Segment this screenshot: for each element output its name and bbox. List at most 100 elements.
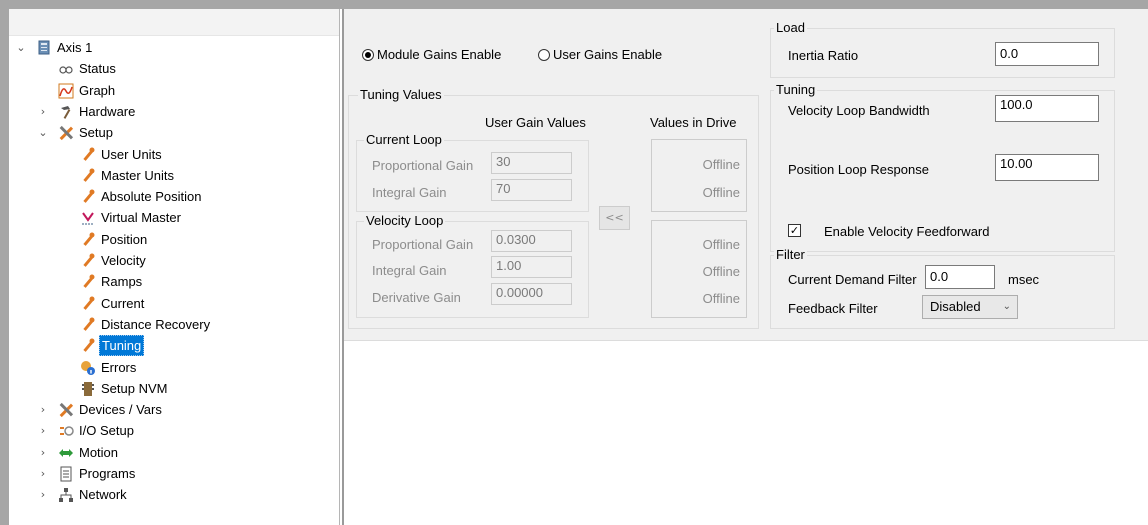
velocity-integral-gain-label: Integral Gain xyxy=(372,263,447,278)
feedback-filter-label: Feedback Filter xyxy=(788,301,878,316)
tree-item-label: User Units xyxy=(101,146,162,162)
tree-item-tuning[interactable]: Tuning xyxy=(9,335,339,357)
tree-item-label: Position xyxy=(101,231,148,247)
tuning-settings-panel: Module Gains Enable User Gains Enable Tu… xyxy=(344,9,1148,340)
programs-icon xyxy=(58,466,74,482)
inertia-ratio-field[interactable]: 0.0 xyxy=(995,42,1099,66)
tree-item-setup-nvm[interactable]: Setup NVM xyxy=(9,378,339,399)
current-integral-gain-field[interactable]: 70 xyxy=(491,179,572,201)
tree-item-label: Velocity xyxy=(101,253,146,268)
velocity-proportional-gain-field[interactable]: 0.0300 xyxy=(491,230,572,252)
tree-item-label: I/O Setup xyxy=(79,423,134,439)
tuning-values-title: Tuning Values xyxy=(358,87,444,102)
module-gains-radio-dot[interactable] xyxy=(362,48,374,61)
copy-to-drive-button[interactable]: << xyxy=(599,206,630,230)
tree-item-status[interactable]: Status xyxy=(9,58,339,79)
tree-item-i-o-setup[interactable]: › I/O Setup xyxy=(9,420,339,441)
velocity-proportional-drive-value: Offline xyxy=(702,237,740,252)
tree-item-devices-vars[interactable]: › Devices / Vars xyxy=(9,399,339,420)
tree-item-current[interactable]: Current xyxy=(9,293,339,314)
window-left-border xyxy=(0,0,9,525)
user-gains-label: User Gains Enable xyxy=(553,47,663,62)
tree-item-label: Motion xyxy=(79,444,119,460)
tree-header xyxy=(9,9,339,36)
user-gains-radio-dot[interactable] xyxy=(538,48,550,61)
current-proportional-gain-label: Proportional Gain xyxy=(372,158,474,173)
tree-item-label: Network xyxy=(79,487,127,503)
tree-item-label: Setup xyxy=(79,125,113,141)
inertia-ratio-label: Inertia Ratio xyxy=(788,48,859,63)
tree-item-label: Tuning xyxy=(99,335,145,357)
status-icon xyxy=(58,61,74,77)
virtual-master-icon xyxy=(80,210,96,226)
tree-item-position[interactable]: Position xyxy=(9,229,339,250)
navigation-tree[interactable]: ⌄ Axis 1 Status Graph › Hardware ⌄ Setup User Un… xyxy=(9,9,339,525)
tree-item-label: Distance Recovery xyxy=(101,316,211,332)
velocity-derivative-gain-field[interactable]: 0.00000 xyxy=(491,283,572,305)
velocity-loop-drive-values: Offline Offline Offline xyxy=(651,220,747,318)
window-top-border xyxy=(0,0,1148,9)
tree-item-label: Programs xyxy=(79,466,136,481)
chevron-right-icon[interactable]: › xyxy=(37,420,49,441)
tree-item-label: Master Units xyxy=(101,167,174,183)
motion-icon xyxy=(58,445,74,461)
velocity-derivative-gain-label: Derivative Gain xyxy=(372,290,461,305)
feedback-filter-value: Disabled xyxy=(930,299,981,314)
module-gains-radio[interactable]: Module Gains Enable xyxy=(362,47,501,62)
network-icon xyxy=(58,487,74,503)
tree-item-virtual-master[interactable]: Virtual Master xyxy=(9,207,339,228)
tree-item-label: Ramps xyxy=(101,274,143,290)
velocity-feedforward-checkbox[interactable]: ✓ xyxy=(788,224,801,237)
hammer-icon xyxy=(58,104,74,120)
chevron-right-icon[interactable]: › xyxy=(37,399,49,420)
tree-item-label: Current xyxy=(101,295,145,311)
wrench-icon xyxy=(80,232,96,248)
feedback-filter-dropdown[interactable]: Disabled ⌄ xyxy=(922,295,1018,319)
chevron-right-icon[interactable]: › xyxy=(37,101,49,122)
velocity-loop-bandwidth-field[interactable]: 100.0 xyxy=(995,95,1099,122)
wrench-icon xyxy=(80,274,96,290)
chevron-down-icon[interactable]: ⌄ xyxy=(37,122,49,143)
current-integral-gain-label: Integral Gain xyxy=(372,185,447,200)
user-gains-radio[interactable]: User Gains Enable xyxy=(538,47,662,62)
current-proportional-gain-field[interactable]: 30 xyxy=(491,152,572,174)
tree-item-setup[interactable]: ⌄ Setup xyxy=(9,122,339,143)
tree-item-label: Status xyxy=(79,61,116,77)
tree-item-axis-1[interactable]: ⌄ Axis 1 xyxy=(9,37,339,58)
current-demand-filter-label: Current Demand Filter xyxy=(788,272,917,287)
tuning-title: Tuning xyxy=(774,82,818,97)
tree-item-programs[interactable]: › Programs xyxy=(9,463,339,484)
tools-icon xyxy=(58,125,74,141)
tree-item-master-units[interactable]: Master Units xyxy=(9,165,339,186)
tree-item-errors[interactable]: Errors xyxy=(9,357,339,378)
tree-item-motion[interactable]: › Motion xyxy=(9,442,339,463)
errors-icon xyxy=(80,360,96,376)
velocity-integral-gain-field[interactable]: 1.00 xyxy=(491,256,572,278)
tree-item-ramps[interactable]: Ramps xyxy=(9,271,339,292)
tree-item-absolute-position[interactable]: Absolute Position xyxy=(9,186,339,207)
tree-item-label: Absolute Position xyxy=(101,189,202,205)
current-integral-drive-value: Offline xyxy=(702,185,740,200)
chevron-right-icon[interactable]: › xyxy=(37,463,49,484)
tree-item-hardware[interactable]: › Hardware xyxy=(9,101,339,122)
position-loop-response-field[interactable]: 10.00 xyxy=(995,154,1099,181)
tree-item-network[interactable]: › Network xyxy=(9,484,339,505)
tree-item-user-units[interactable]: User Units xyxy=(9,144,339,165)
chevron-right-icon[interactable]: › xyxy=(37,442,49,463)
tree-item-distance-recovery[interactable]: Distance Recovery xyxy=(9,314,339,335)
velocity-feedforward-label: Enable Velocity Feedforward xyxy=(824,224,990,239)
chevron-right-icon[interactable]: › xyxy=(37,484,49,505)
wrench-icon xyxy=(80,168,96,184)
chevron-down-icon[interactable]: ⌄ xyxy=(15,37,27,58)
velocity-derivative-drive-value: Offline xyxy=(702,291,740,306)
tree-item-graph[interactable]: Graph xyxy=(9,80,339,101)
current-demand-filter-unit: msec xyxy=(1008,272,1040,287)
current-demand-filter-field[interactable]: 0.0 xyxy=(925,265,995,289)
nvm-icon xyxy=(80,381,96,397)
tree-item-velocity[interactable]: Velocity xyxy=(9,250,339,271)
tree-item-label: Graph xyxy=(79,82,116,98)
module-gains-label: Module Gains Enable xyxy=(377,47,502,62)
drive-icon xyxy=(36,40,52,56)
tree-item-label: Axis 1 xyxy=(57,40,93,55)
chevron-down-icon: ⌄ xyxy=(1002,301,1011,312)
